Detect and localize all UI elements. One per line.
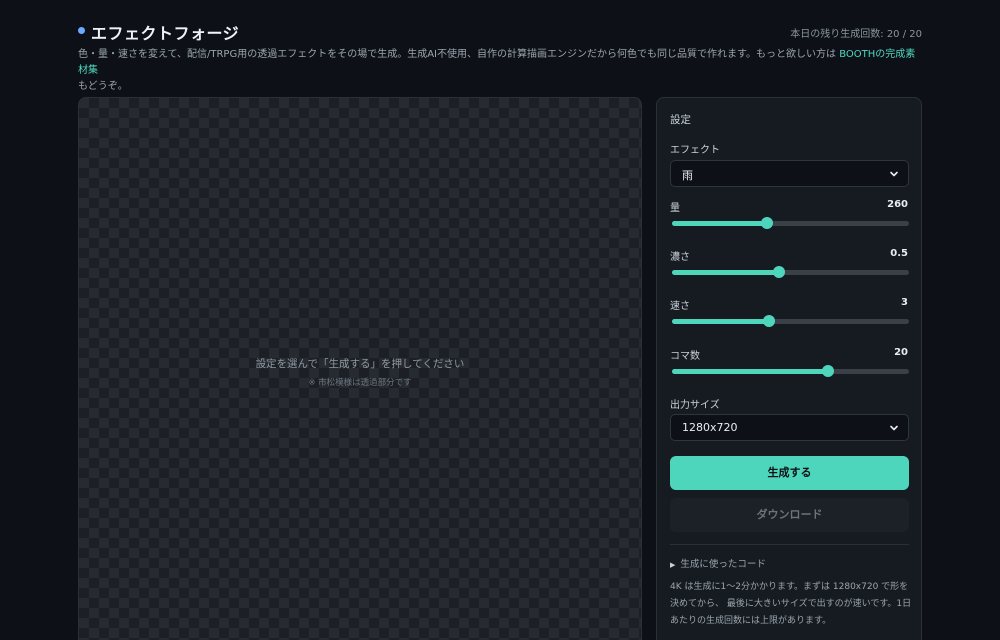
divider bbox=[670, 544, 909, 545]
description-tail: もどうぞ。 bbox=[78, 81, 128, 92]
speed-label: 速さ bbox=[670, 301, 690, 312]
code-toggle[interactable]: ▶ 生成に使ったコード bbox=[670, 556, 766, 570]
output-size-select[interactable]: 1280x720 bbox=[670, 414, 909, 441]
code-toggle-label: 生成に使ったコード bbox=[680, 559, 766, 570]
output-size-value: 1280x720 bbox=[682, 421, 738, 434]
effect-select[interactable]: 雨 bbox=[670, 160, 909, 187]
settings-panel: 設定 エフェクト 雨 量 260 濃さ 0.5 速さ 3 コマ数 20 出力サイ… bbox=[656, 97, 922, 640]
amount-slider-fill bbox=[672, 221, 767, 226]
description-text: 色・量・速さを変えて、配信/TRPG用の透過エフェクトをその場で生成。生成AI不… bbox=[78, 49, 836, 60]
remaining-count: 本日の残り生成回数: 20 / 20 bbox=[790, 29, 922, 40]
amount-label: 量 bbox=[670, 203, 680, 214]
speed-slider[interactable] bbox=[672, 314, 909, 328]
description: 色・量・速さを変えて、配信/TRPG用の透過エフェクトをその場で生成。生成AI不… bbox=[78, 47, 924, 95]
density-slider[interactable] bbox=[672, 265, 909, 279]
generate-button[interactable]: 生成する bbox=[670, 456, 909, 490]
page: エフェクトフォージ 本日の残り生成回数: 20 / 20 色・量・速さを変えて、… bbox=[0, 0, 1000, 640]
amount-slider-thumb[interactable] bbox=[760, 217, 773, 229]
effect-label: エフェクト bbox=[670, 145, 720, 156]
preview-canvas: 設定を選んで「生成する」を押してください ※ 市松模様は透過部分です bbox=[78, 97, 642, 640]
preview-note: ※ 市松模様は透過部分です bbox=[308, 378, 412, 388]
download-button[interactable]: ダウンロード bbox=[670, 498, 909, 532]
frames-slider[interactable] bbox=[672, 364, 909, 378]
info-text: 4K は生成に1〜2分かかります。まずは 1280x720 で形を決めてから、 … bbox=[670, 582, 912, 626]
chevron-down-icon bbox=[890, 425, 898, 431]
chevron-down-icon bbox=[890, 171, 898, 177]
frames-slider-thumb[interactable] bbox=[822, 365, 835, 377]
title-dot-icon bbox=[78, 27, 85, 34]
header: エフェクトフォージ 本日の残り生成回数: 20 / 20 bbox=[78, 20, 922, 44]
settings-title: 設定 bbox=[670, 114, 691, 126]
triangle-right-icon: ▶ bbox=[670, 561, 676, 569]
preview-message: 設定を選んで「生成する」を押してください bbox=[255, 358, 465, 370]
density-value: 0.5 bbox=[890, 248, 908, 259]
density-label: 濃さ bbox=[670, 252, 690, 263]
density-slider-fill bbox=[672, 270, 779, 275]
amount-value: 260 bbox=[887, 199, 908, 210]
effect-select-value: 雨 bbox=[682, 169, 693, 182]
speed-slider-fill bbox=[672, 319, 770, 324]
density-slider-thumb[interactable] bbox=[772, 266, 785, 278]
page-title: エフェクトフォージ bbox=[91, 24, 240, 43]
frames-slider-fill bbox=[672, 369, 829, 374]
speed-value: 3 bbox=[901, 297, 908, 308]
amount-slider[interactable] bbox=[672, 216, 909, 230]
output-size-label: 出力サイズ bbox=[670, 400, 720, 411]
frames-label: コマ数 bbox=[670, 351, 700, 362]
frames-value: 20 bbox=[894, 347, 908, 358]
speed-slider-thumb[interactable] bbox=[763, 315, 776, 327]
